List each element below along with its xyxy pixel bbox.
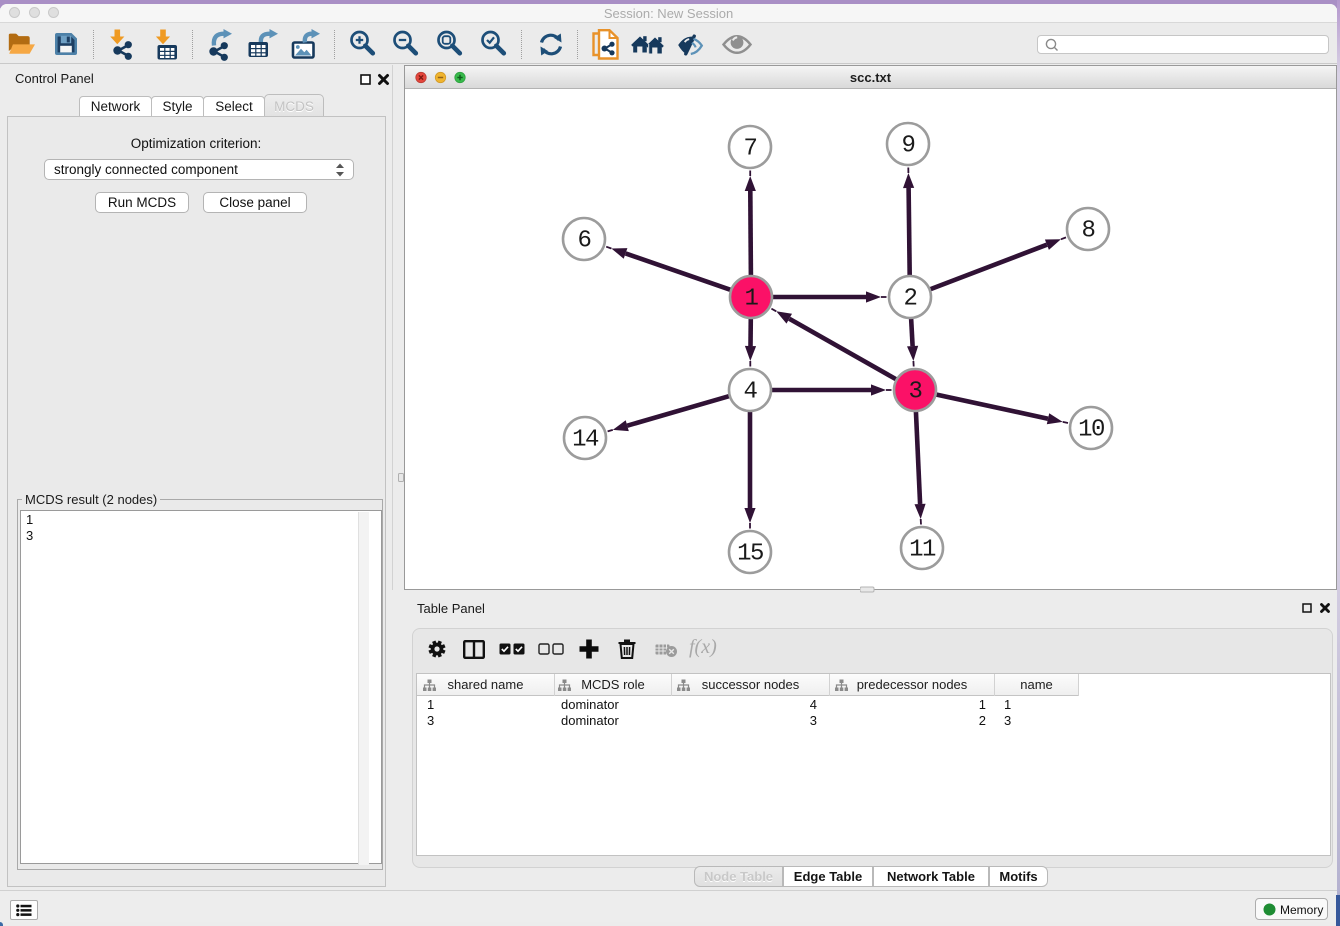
svg-text:6: 6 [578,228,591,255]
svg-text:7: 7 [744,136,757,163]
svg-text:1: 1 [745,286,759,313]
svg-text:14: 14 [572,427,599,454]
svg-text:8: 8 [1082,218,1095,245]
svg-text:10: 10 [1078,417,1104,444]
svg-text:11: 11 [909,537,936,564]
svg-text:9: 9 [902,133,915,160]
svg-text:2: 2 [904,286,917,313]
svg-text:3: 3 [909,379,922,406]
svg-text:15: 15 [737,541,763,568]
svg-text:4: 4 [744,379,758,406]
